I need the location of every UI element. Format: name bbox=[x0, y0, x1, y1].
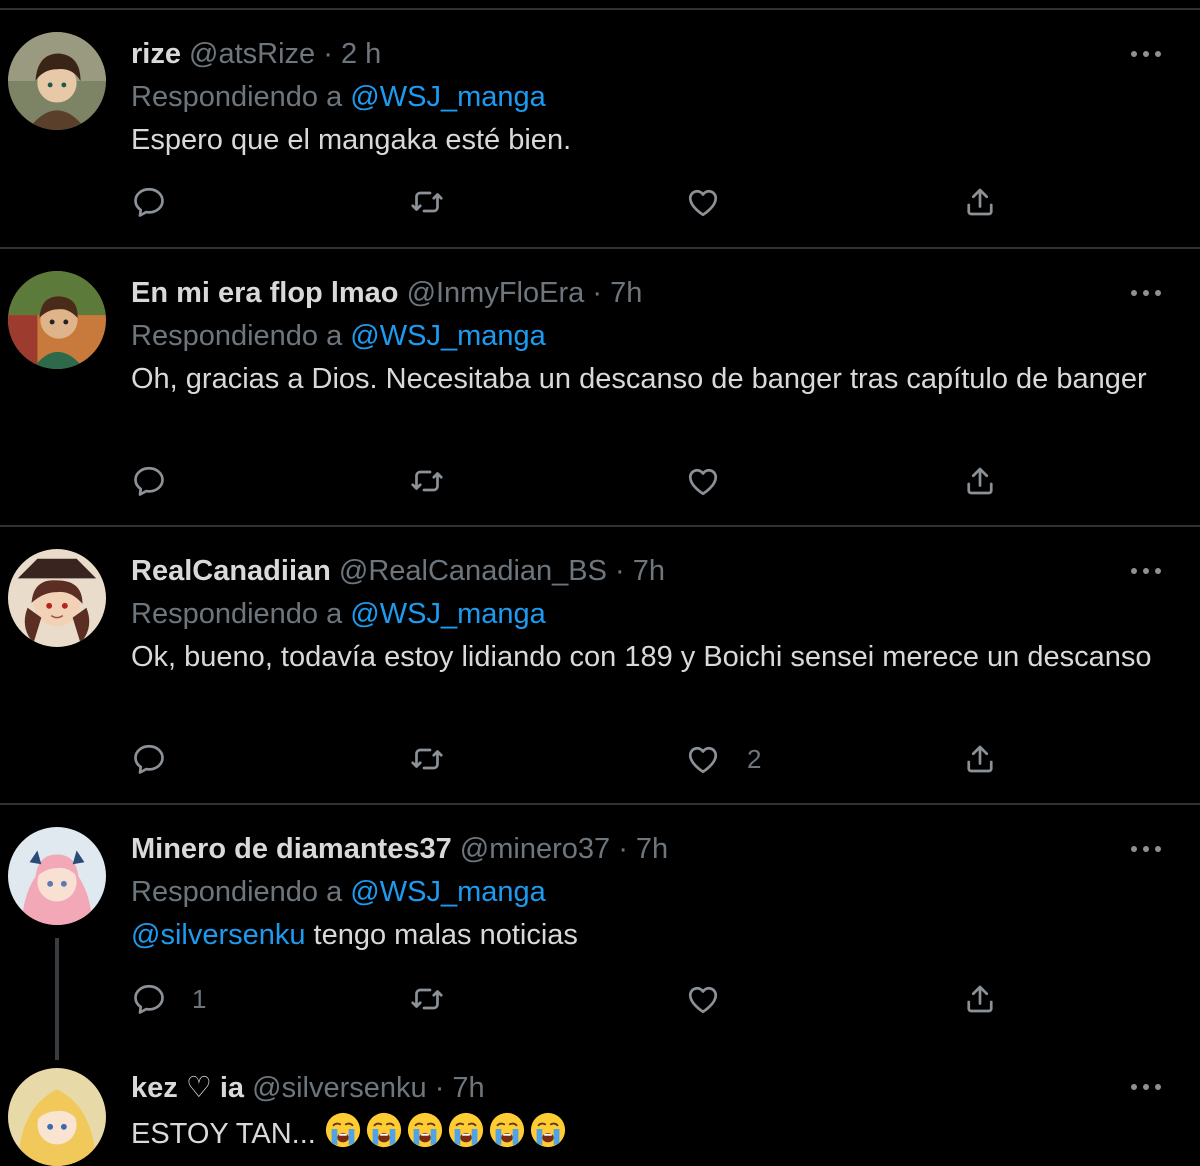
tweet[interactable]: kez ♡ ia @silversenku · 7h ESTOY TAN... bbox=[0, 1063, 1200, 1166]
timestamp[interactable]: 7h bbox=[610, 277, 642, 309]
replying-prefix: Respondiendo a bbox=[131, 81, 343, 113]
tweet-text: @silversenku tengo malas noticias bbox=[131, 916, 1161, 954]
replying-prefix: Respondiendo a bbox=[131, 320, 343, 352]
timestamp[interactable]: 7h bbox=[452, 1072, 484, 1104]
tweet-header: RealCanadiian @RealCanadian_BS · 7h bbox=[131, 553, 665, 589]
replying-to: Respondiendo a @WSJ_manga bbox=[131, 79, 546, 115]
avatar[interactable] bbox=[8, 32, 106, 130]
share-icon[interactable] bbox=[962, 741, 998, 777]
replying-to: Respondiendo a @WSJ_manga bbox=[131, 318, 546, 354]
replying-to-link[interactable]: @WSJ_manga bbox=[350, 598, 545, 630]
replying-to: Respondiendo a @WSJ_manga bbox=[131, 874, 546, 910]
timestamp[interactable]: 7h bbox=[636, 833, 668, 865]
tweet-text-content: tengo malas noticias bbox=[305, 919, 578, 951]
more-icon[interactable] bbox=[1128, 44, 1164, 64]
tweet-text: Espero que el mangaka esté bien. bbox=[131, 121, 1161, 159]
retweet-icon[interactable] bbox=[409, 981, 445, 1017]
timestamp[interactable]: 7h bbox=[633, 555, 665, 587]
more-icon[interactable] bbox=[1128, 561, 1164, 581]
separator: · bbox=[615, 555, 625, 587]
avatar[interactable] bbox=[8, 549, 106, 647]
tweet-text: ESTOY TAN... bbox=[131, 1111, 1161, 1159]
tweet-header: kez ♡ ia @silversenku · 7h bbox=[131, 1070, 485, 1106]
like-count: 2 bbox=[747, 744, 762, 774]
crying-face-emoji bbox=[406, 1111, 444, 1149]
display-name[interactable]: En mi era flop lmao bbox=[131, 277, 399, 309]
retweet-icon[interactable] bbox=[409, 184, 445, 220]
tweet-text-content: Espero que el mangaka esté bien. bbox=[131, 124, 572, 156]
heart-icon[interactable] bbox=[685, 741, 721, 777]
crying-face-emoji bbox=[447, 1111, 485, 1149]
retweet-icon[interactable] bbox=[409, 463, 445, 499]
tweet-text: Oh, gracias a Dios. Necesitaba un descan… bbox=[131, 360, 1161, 398]
tweet[interactable]: RealCanadiian @RealCanadian_BS · 7h Resp… bbox=[0, 527, 1200, 805]
replying-to-link[interactable]: @WSJ_manga bbox=[350, 320, 545, 352]
username[interactable]: @RealCanadian_BS bbox=[339, 555, 607, 587]
username[interactable]: @atsRize bbox=[189, 38, 315, 70]
reply-count: 1 bbox=[192, 984, 207, 1014]
username[interactable]: @silversenku bbox=[252, 1072, 427, 1104]
crying-face-emoji bbox=[488, 1111, 526, 1149]
retweet-icon[interactable] bbox=[409, 741, 445, 777]
share-icon[interactable] bbox=[962, 981, 998, 1017]
more-icon[interactable] bbox=[1128, 1077, 1164, 1097]
reply-icon[interactable] bbox=[131, 463, 167, 499]
display-name[interactable]: kez ♡ ia bbox=[131, 1072, 244, 1104]
mention-link[interactable]: @silversenku bbox=[131, 919, 306, 951]
tweet-text-content: ESTOY TAN... bbox=[131, 1118, 316, 1150]
timestamp[interactable]: 2 h bbox=[341, 38, 381, 70]
tweet-text-content: Oh, gracias a Dios. Necesitaba un descan… bbox=[131, 363, 1147, 395]
emoji-group bbox=[324, 1111, 570, 1159]
display-name[interactable]: RealCanadiian bbox=[131, 555, 331, 587]
tweet-text-content: Ok, bueno, todavía estoy lidiando con 18… bbox=[131, 641, 1152, 673]
separator: · bbox=[618, 833, 628, 865]
replying-to-link[interactable]: @WSJ_manga bbox=[350, 81, 545, 113]
separator: · bbox=[323, 38, 333, 70]
tweet-text: Ok, bueno, todavía estoy lidiando con 18… bbox=[131, 638, 1161, 676]
more-icon[interactable] bbox=[1128, 283, 1164, 303]
crying-face-emoji bbox=[365, 1111, 403, 1149]
tweet[interactable]: Minero de diamantes37 @minero37 · 7h Res… bbox=[0, 805, 1200, 1063]
display-name[interactable]: Minero de diamantes37 bbox=[131, 833, 452, 865]
reply-icon[interactable] bbox=[131, 981, 167, 1017]
tweet[interactable]: En mi era flop lmao @InmyFloEra · 7h Res… bbox=[0, 249, 1200, 527]
share-icon[interactable] bbox=[962, 463, 998, 499]
tweet-header: Minero de diamantes37 @minero37 · 7h bbox=[131, 831, 668, 867]
heart-icon[interactable] bbox=[685, 463, 721, 499]
share-icon[interactable] bbox=[962, 184, 998, 220]
heart-icon[interactable] bbox=[685, 981, 721, 1017]
avatar[interactable] bbox=[8, 1068, 106, 1166]
tweet-header: rize @atsRize · 2 h bbox=[131, 36, 381, 72]
separator: · bbox=[592, 277, 602, 309]
replying-prefix: Respondiendo a bbox=[131, 876, 343, 908]
thread-connector bbox=[55, 938, 59, 1060]
username[interactable]: @InmyFloEra bbox=[407, 277, 585, 309]
replying-prefix: Respondiendo a bbox=[131, 598, 343, 630]
crying-face-emoji bbox=[324, 1111, 362, 1149]
avatar[interactable] bbox=[8, 827, 106, 925]
avatar[interactable] bbox=[8, 271, 106, 369]
reply-icon[interactable] bbox=[131, 741, 167, 777]
tweet[interactable]: rize @atsRize · 2 h Respondiendo a @WSJ_… bbox=[0, 10, 1200, 249]
crying-face-emoji bbox=[529, 1111, 567, 1149]
display-name[interactable]: rize bbox=[131, 38, 181, 70]
username[interactable]: @minero37 bbox=[460, 833, 610, 865]
separator: · bbox=[434, 1072, 445, 1104]
reply-icon[interactable] bbox=[131, 184, 167, 220]
tweet-header: En mi era flop lmao @InmyFloEra · 7h bbox=[131, 275, 642, 311]
more-icon[interactable] bbox=[1128, 839, 1164, 859]
replying-to: Respondiendo a @WSJ_manga bbox=[131, 596, 546, 632]
heart-icon[interactable] bbox=[685, 184, 721, 220]
replying-to-link[interactable]: @WSJ_manga bbox=[350, 876, 545, 908]
